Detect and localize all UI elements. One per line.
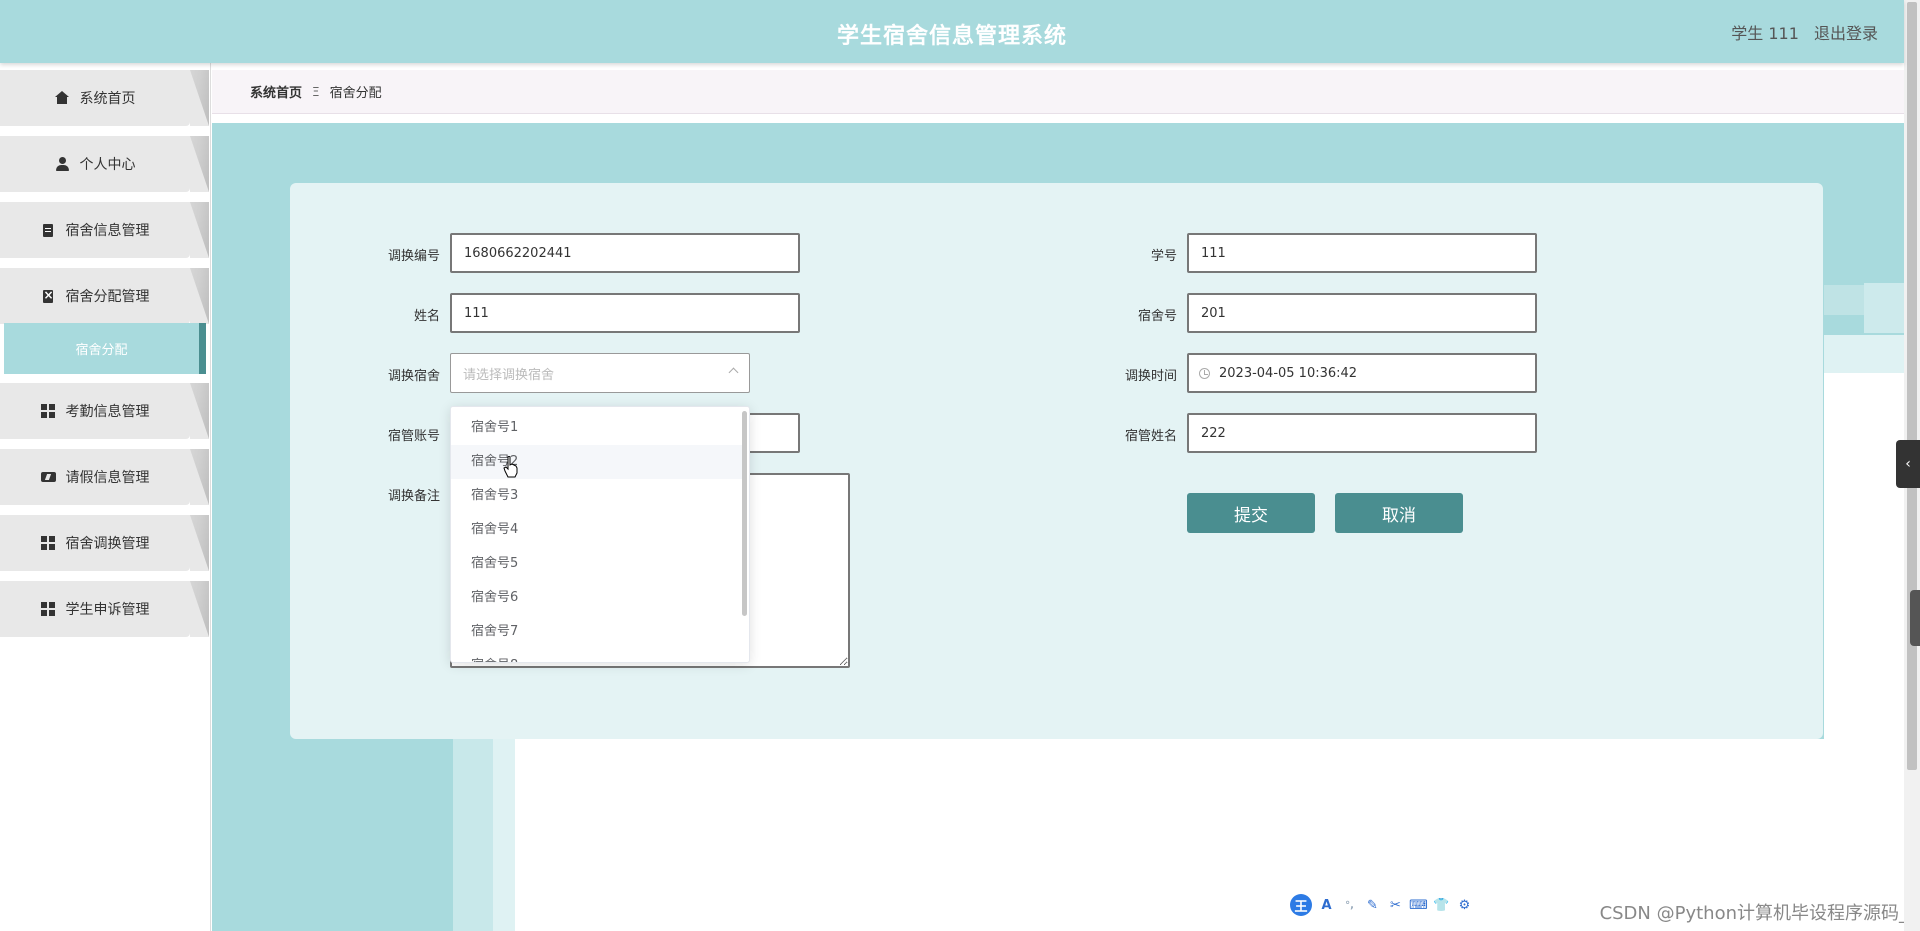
swap-no-input[interactable] [450,233,800,273]
logout-link[interactable]: 退出登录 [1814,24,1878,43]
name-label: 姓名 [413,309,440,324]
ime-punct-icon[interactable]: °, [1341,897,1358,914]
sidebar-item-label: 宿舍信息管理 [65,223,150,239]
sidebar-subitem-dorm-assign[interactable]: 宿舍分配 [4,323,206,374]
ime-pen-icon[interactable]: ✎ [1364,897,1381,914]
breadcrumb-home[interactable]: 系统首页 [250,82,302,101]
manager-account-label: 宿管账号 [387,429,440,444]
dropdown-option[interactable]: 宿舍号1 [451,411,745,445]
swap-dorm-dropdown: 宿舍号1 宿舍号2 宿舍号3 宿舍号4 宿舍号5 宿舍号6 宿舍号7 宿舍号8 [450,406,750,663]
dorm-no-label: 宿舍号 [1137,309,1177,324]
dropdown-option[interactable]: 宿舍号8 [451,649,745,662]
grid-icon [40,602,55,616]
sidebar-item-label: 宿舍调换管理 [65,536,150,552]
sidebar-item-home[interactable]: 系统首页 [0,70,209,126]
dropdown-option[interactable]: 宿舍号6 [451,581,745,615]
sidebar-item-leave[interactable]: 请假信息管理 [0,449,209,505]
swap-no-label: 调换编号 [387,249,440,264]
swap-time-picker[interactable]: 2023-04-05 10:36:42 [1187,353,1537,393]
student-no-label: 学号 [1150,249,1177,264]
sidebar-item-dorm-assign[interactable]: 宿舍分配管理 [0,268,209,324]
chevron-left-icon[interactable]: ‹ [1896,440,1920,488]
app-title: 学生宿舍信息管理系统 [836,24,1067,49]
sidebar-item-label: 学生申诉管理 [65,602,150,618]
student-no-input[interactable] [1187,233,1537,273]
dropdown-option[interactable]: 宿舍号3 [451,479,745,513]
swap-dorm-label: 调换宿舍 [387,369,440,384]
dropdown-option[interactable]: 宿舍号7 [451,615,745,649]
cancel-button[interactable]: 取消 [1335,493,1463,533]
remark-label: 调换备注 [387,489,440,504]
sidebar-item-label: 系统首页 [79,91,136,107]
current-user: 学生 111 [1731,24,1799,43]
grid-icon [40,404,55,418]
dropdown-option[interactable]: 宿舍号4 [451,513,745,547]
ime-font-icon[interactable]: A [1318,897,1335,914]
breadcrumb: 系统首页 Ξ 宿舍分配 [212,70,1904,114]
ime-logo-icon[interactable]: 王 [1290,894,1312,916]
sidebar-item-profile[interactable]: 个人中心 [0,136,209,192]
manager-name-label: 宿管姓名 [1124,429,1177,444]
sidebar-item-label: 请假信息管理 [65,470,150,486]
dorm-no-input[interactable] [1187,293,1537,333]
swap-dorm-select[interactable]: 请选择调换宿舍 [450,353,750,393]
ime-settings-icon[interactable]: ⚙ [1456,897,1473,914]
sidebar-item-attendance[interactable]: 考勤信息管理 [0,383,209,439]
sidebar-item-label: 考勤信息管理 [65,404,150,420]
dropdown-scrollbar[interactable] [742,411,747,616]
clipboard-icon [41,223,55,237]
sidebar-item-label: 个人中心 [79,157,136,173]
ime-scissors-icon[interactable]: ✂ [1387,897,1404,914]
ime-keyboard-icon[interactable]: ⌨ [1409,897,1428,914]
clipboard-x-icon [41,288,55,303]
chevron-up-icon [728,367,739,378]
grid-icon [40,536,55,550]
sidebar-item-appeal[interactable]: 学生申诉管理 [0,581,209,637]
ticket-icon [40,470,56,484]
manager-name-input[interactable] [1187,413,1537,453]
breadcrumb-current: 宿舍分配 [329,86,382,101]
ime-toolbar: 王 A °, ✎ ✂ ⌨ 👕 ⚙ [1286,892,1486,918]
swap-time-label: 调换时间 [1124,369,1177,384]
swap-time-value: 2023-04-05 10:36:42 [1219,365,1358,381]
hand-cursor-icon [503,456,518,478]
sidebar-item-dorm-swap[interactable]: 宿舍调换管理 [0,515,209,571]
clock-icon [1199,368,1210,379]
user-icon [55,157,69,171]
ime-skin-icon[interactable]: 👕 [1433,897,1450,914]
submit-button[interactable]: 提交 [1187,493,1315,533]
name-input[interactable] [450,293,800,333]
top-header: 学生宿舍信息管理系统 学生 111 退出登录 [0,0,1904,63]
user-area: 学生 111 退出登录 [1721,20,1878,44]
swap-dorm-placeholder: 请选择调换宿舍 [463,367,555,383]
home-icon [54,91,69,105]
sidebar-item-dorm-info[interactable]: 宿舍信息管理 [0,202,209,258]
dropdown-option[interactable]: 宿舍号2 [451,445,745,479]
watermark-text: CSDN @Python计算机毕设程序源码_ [1599,903,1908,924]
sidebar-item-label: 宿舍分配管理 [65,289,150,305]
sidebar: 系统首页 个人中心 宿舍信息管理 宿舍分配管理 宿舍分配 考勤信息管理 请假信息… [0,63,211,931]
dropdown-option[interactable]: 宿舍号5 [451,547,745,581]
breadcrumb-separator: Ξ [312,84,320,99]
side-panel-tab[interactable] [1910,590,1920,646]
